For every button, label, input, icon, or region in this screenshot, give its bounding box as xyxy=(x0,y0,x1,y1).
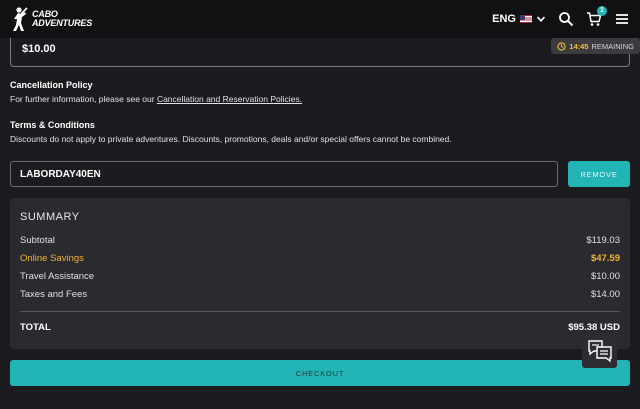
summary-divider xyxy=(20,311,620,312)
summary-row-label: Subtotal xyxy=(20,235,55,246)
cart-count-badge: 1 xyxy=(597,6,607,16)
time-remaining-label: REMAINING xyxy=(591,41,634,51)
summary-row-value: $14.00 xyxy=(590,289,620,300)
summary-row-label: Travel Assistance xyxy=(20,271,95,282)
top-navigation-bar: CABO ADVENTURES ENG 1 xyxy=(0,0,640,38)
summary-row-subtotal: Subtotal $119.03 xyxy=(20,235,620,246)
summary-row-travel-assistance: Travel Assistance $10.00 xyxy=(20,271,620,282)
menu-icon[interactable] xyxy=(614,11,630,27)
summary-row-value: $119.03 xyxy=(586,235,620,246)
total-value: $95.38 USD xyxy=(568,322,620,333)
chat-widget-button[interactable] xyxy=(582,333,617,368)
amount-value: $10.00 xyxy=(22,43,56,55)
cancellation-policy-title: Cancellation Policy xyxy=(10,80,93,90)
summary-row-value: $10.00 xyxy=(590,271,620,282)
search-icon[interactable] xyxy=(558,11,574,27)
cancellation-policy-text: For further information, please see our … xyxy=(10,94,302,104)
remove-coupon-button[interactable]: REMOVE xyxy=(568,161,630,187)
coupon-code-input[interactable] xyxy=(10,161,558,187)
terms-text: Discounts do not apply to private advent… xyxy=(10,134,452,144)
summary-heading: SUMMARY xyxy=(20,211,80,223)
summary-row-taxes-and-fees: Taxes and Fees $14.00 xyxy=(20,289,620,300)
order-summary-panel: SUMMARY Subtotal $119.03 Online Savings … xyxy=(10,198,630,349)
language-label: ENG xyxy=(492,13,516,25)
cancellation-policies-link[interactable]: Cancellation and Reservation Policies. xyxy=(157,94,302,104)
cart-button[interactable]: 1 xyxy=(586,6,607,27)
terms-title: Terms & Conditions xyxy=(10,120,95,130)
total-label: TOTAL xyxy=(20,322,51,333)
checkout-button[interactable]: CHECKOUT xyxy=(10,360,630,386)
logo-figure-icon xyxy=(13,7,28,31)
summary-row-label: Taxes and Fees xyxy=(20,289,88,300)
summary-row-label: Online Savings xyxy=(20,253,84,264)
cancellation-policy-prefix: For further information, please see our xyxy=(10,94,157,104)
summary-row-value: $47.59 xyxy=(590,253,620,264)
chat-bubbles-icon xyxy=(587,339,612,362)
summary-row-total: TOTAL $95.38 USD xyxy=(20,322,620,333)
flag-us-icon xyxy=(520,15,532,23)
logo-text-bottom: ADVENTURES xyxy=(32,18,93,28)
chevron-down-icon xyxy=(536,16,546,22)
clock-icon xyxy=(557,41,566,51)
cabo-adventures-logo[interactable]: CABO ADVENTURES xyxy=(10,6,92,32)
language-selector[interactable]: ENG xyxy=(492,13,546,25)
time-remaining-badge: 14:45 REMAINING xyxy=(551,38,640,54)
summary-row-online-savings: Online Savings $47.59 xyxy=(20,253,620,264)
time-remaining-value: 14:45 xyxy=(569,41,589,51)
